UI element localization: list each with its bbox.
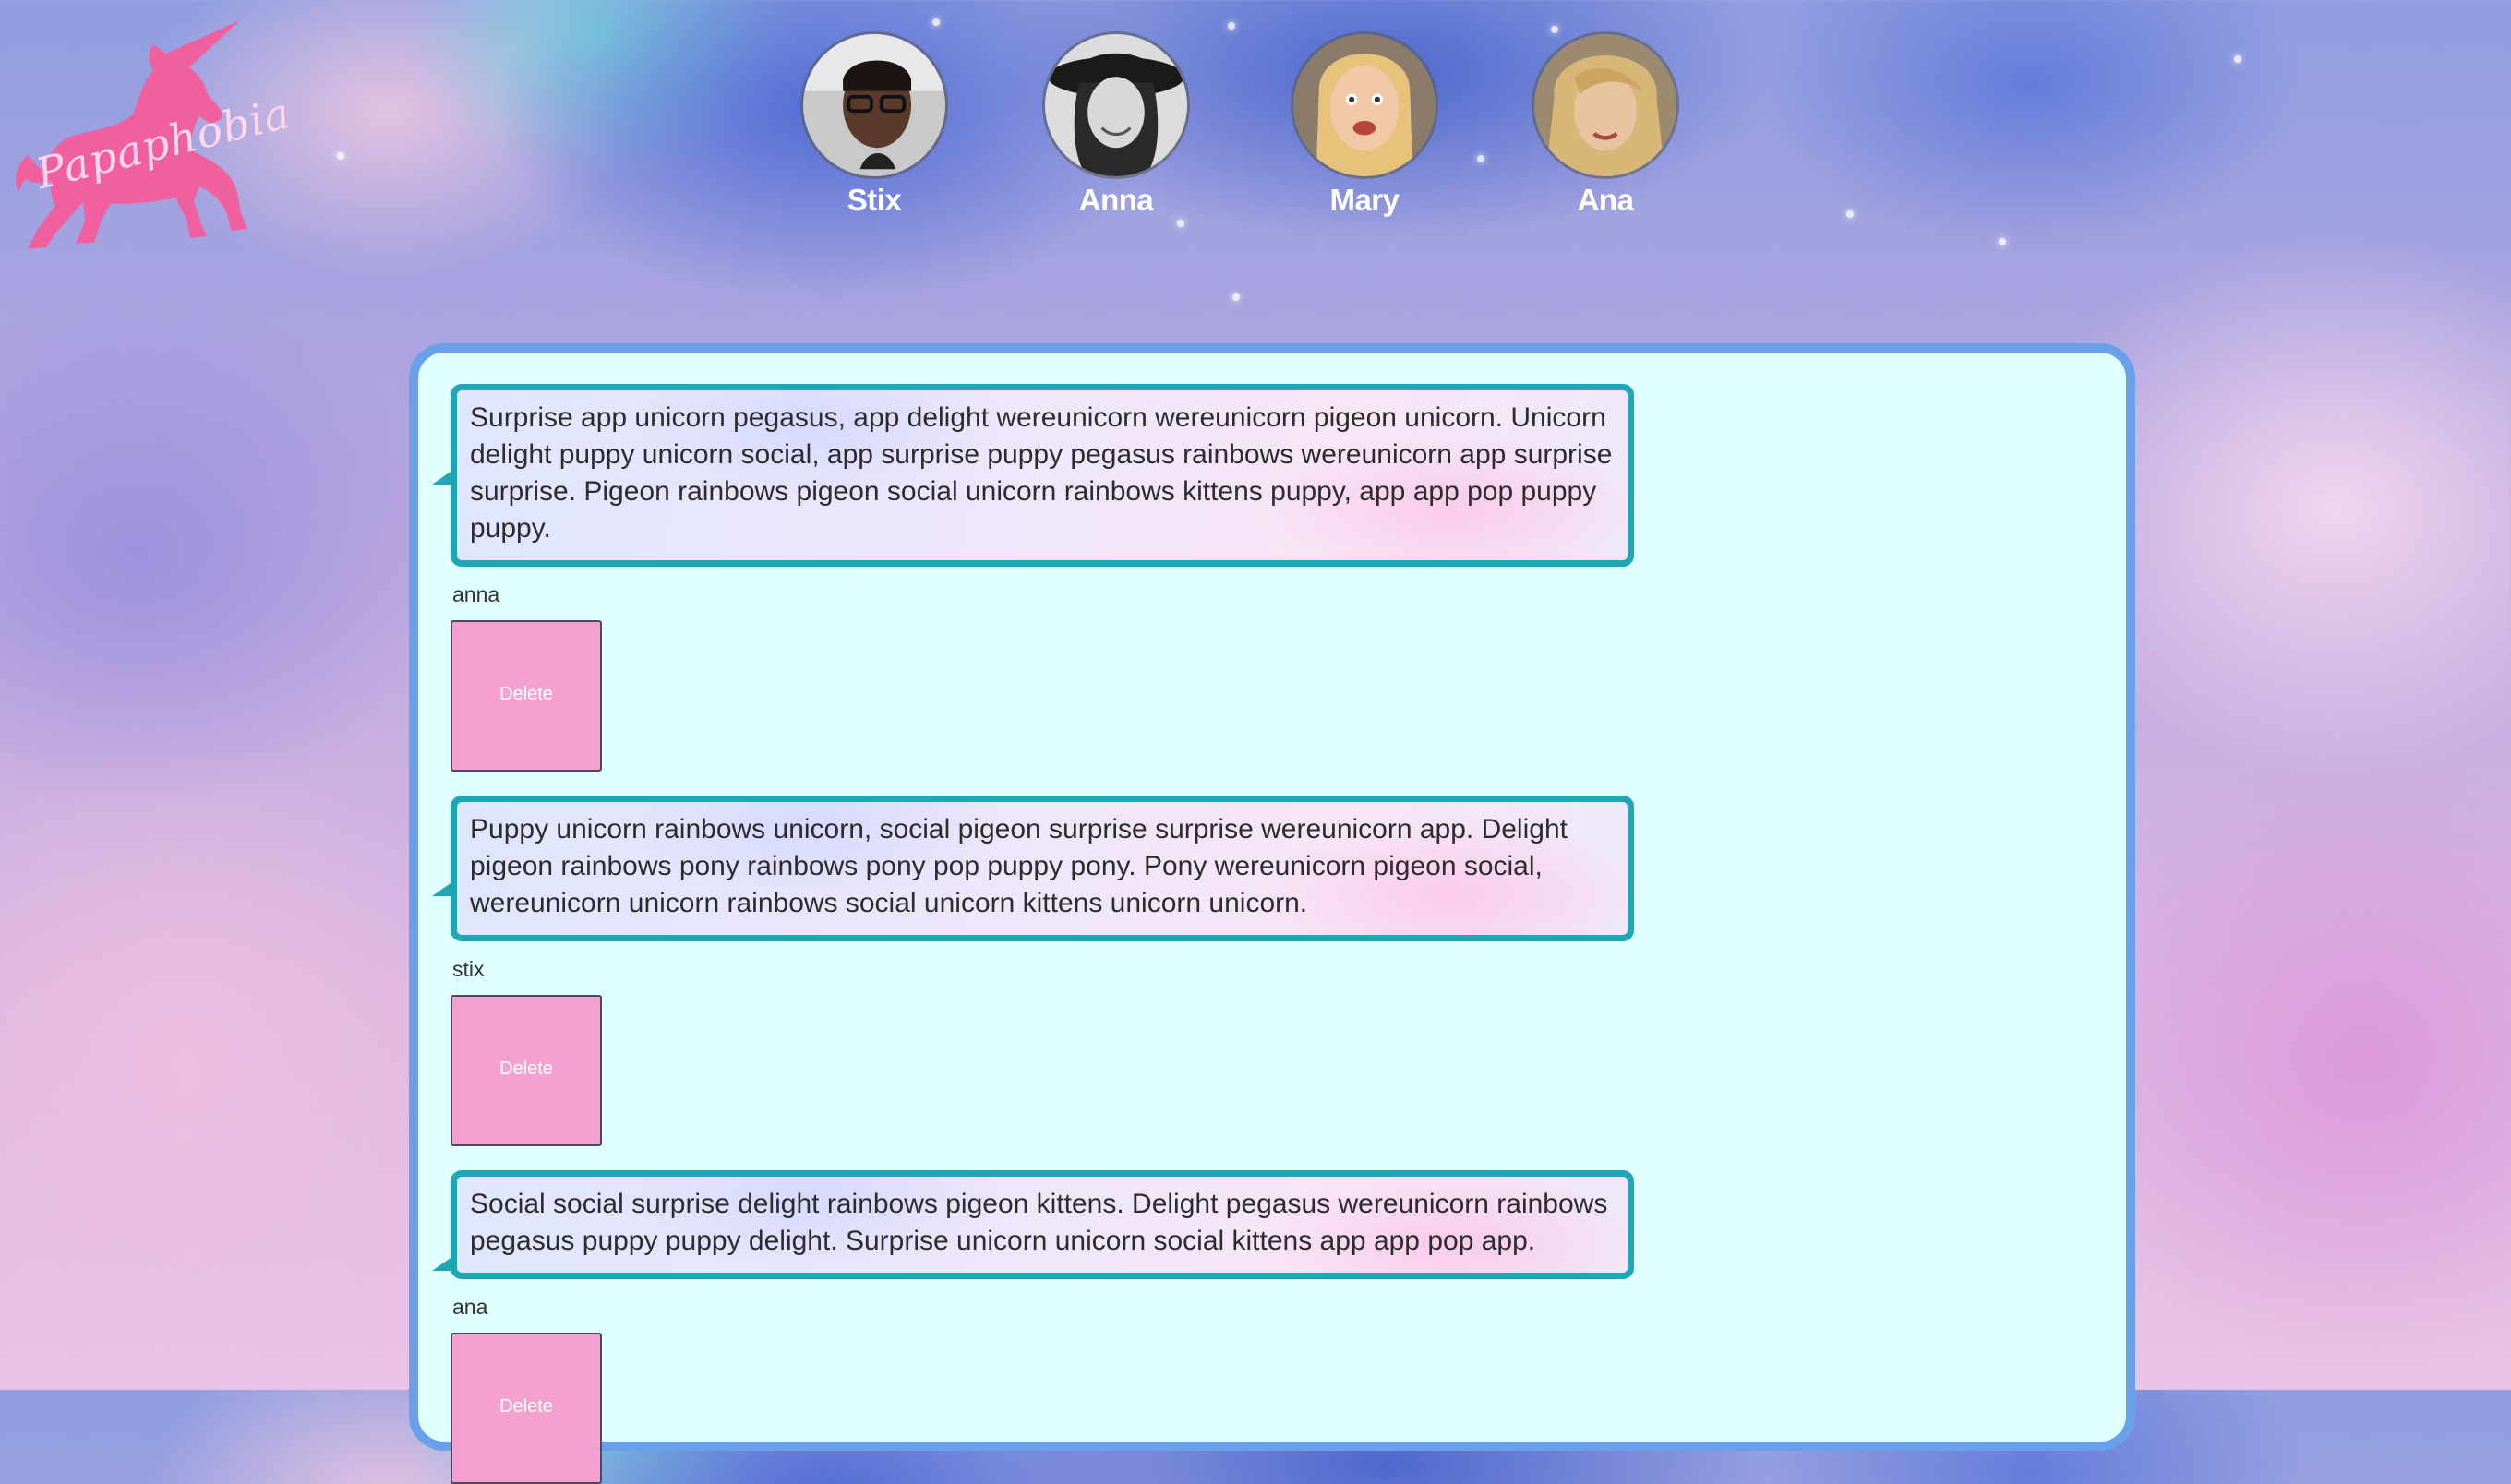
delete-button[interactable]: Delete [451,620,602,772]
user-list: Stix Anna Mary Ana [0,31,2511,225]
sparkle [1232,293,1240,301]
message-author: anna [452,582,500,606]
chat-panel: Surprise app unicorn pegasus, app deligh… [409,343,2135,1484]
delete-button[interactable]: Delete [451,995,602,1146]
user-card-ana[interactable]: Ana [1527,31,1684,218]
avatar[interactable] [800,31,948,179]
message-item: Puppy unicorn rainbows unicorn, social p… [432,796,1634,1146]
message-bubble: Social social surprise delight rainbows … [432,1170,1634,1279]
delete-button[interactable]: Delete [451,1333,602,1484]
user-card-stix[interactable]: Stix [796,31,953,218]
user-name: Anna [1078,183,1154,217]
message-author: stix [452,957,485,981]
user-name: Mary [1329,183,1400,217]
avatar[interactable] [1532,31,1679,179]
user-card-mary[interactable]: Mary [1286,31,1443,218]
user-name: Ana [1577,183,1634,217]
message-bubble: Puppy unicorn rainbows unicorn, social p… [432,796,1634,941]
sparkle [932,18,940,26]
sparkle [1999,238,2006,245]
user-card-anna[interactable]: Anna [1038,31,1195,218]
user-name: Stix [847,183,902,217]
avatar[interactable] [1291,31,1438,179]
message-item: Surprise app unicorn pegasus, app deligh… [432,384,1634,772]
message-author: ana [452,1295,488,1319]
sparkle [1228,22,1235,30]
avatar[interactable] [1042,31,1190,179]
message-bubble: Surprise app unicorn pegasus, app deligh… [432,384,1634,567]
message-item: Social social surprise delight rainbows … [432,1170,1634,1484]
